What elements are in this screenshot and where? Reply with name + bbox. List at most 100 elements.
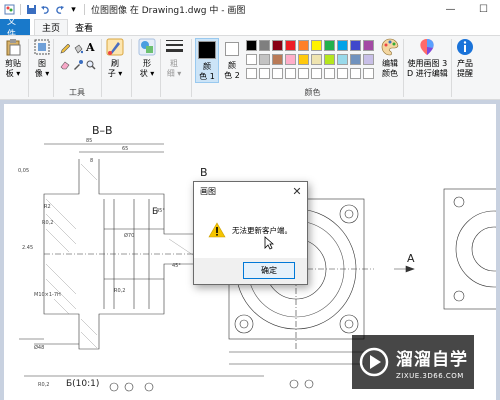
color-swatch[interactable]	[337, 68, 348, 79]
magnifier-icon[interactable]	[86, 60, 96, 70]
size-button[interactable]: 粗 细 ▾	[165, 38, 183, 79]
color-swatch[interactable]	[324, 40, 335, 51]
color-swatch[interactable]	[311, 40, 322, 51]
dialog-close-button[interactable]: ✕	[287, 182, 307, 200]
brushes-label-2: 子 ▾	[107, 69, 123, 78]
brushes-button[interactable]: 刷 子 ▾	[106, 38, 124, 79]
color2-label-2: 色 2	[224, 71, 240, 80]
brush-icon	[106, 38, 124, 56]
color1-button[interactable]: 颜 色 1	[195, 38, 219, 83]
color-swatch[interactable]	[298, 54, 309, 65]
paint3d-label-1: 使用画图 3	[407, 59, 448, 68]
color-swatch[interactable]	[259, 40, 270, 51]
color2-button[interactable]: 颜 色 2	[222, 38, 242, 81]
color2-label-1: 颜	[228, 61, 236, 70]
dim-label: 45°	[156, 208, 165, 214]
color2-swatch	[225, 42, 239, 56]
watermark: 溜溜自学 ZIXUE.3D66.COM	[352, 335, 474, 389]
paint3d-button[interactable]: 使用画图 3 D 进行编辑	[407, 38, 448, 79]
color-swatch[interactable]	[350, 68, 361, 79]
color-swatch[interactable]	[324, 68, 335, 79]
dim-label: R0,2	[42, 220, 53, 226]
section-label: B–B	[92, 124, 113, 137]
color-swatch[interactable]	[285, 68, 296, 79]
color-swatch[interactable]	[311, 68, 322, 79]
dialog-title-bar: 画图 ✕	[194, 182, 307, 200]
color-swatch[interactable]	[337, 40, 348, 51]
maximize-button[interactable]: ☐	[467, 0, 500, 19]
color-swatch[interactable]	[324, 54, 335, 65]
right-view	[443, 188, 496, 310]
ok-button[interactable]: 确定	[243, 262, 295, 279]
separator	[403, 39, 404, 97]
color-swatch[interactable]	[285, 40, 296, 51]
undo-icon[interactable]	[40, 4, 51, 15]
bottom-label: Б(10:1)	[66, 379, 99, 389]
customize-qat-chevron-icon[interactable]: ▾	[68, 4, 79, 15]
watermark-url: ZIXUE.3D66.COM	[396, 371, 464, 380]
image-label-1: 图	[38, 59, 46, 68]
clipboard-button[interactable]: 剪贴 板 ▾	[4, 38, 22, 79]
redo-icon[interactable]	[54, 4, 65, 15]
ribbon-tabs: 文件 主页 查看	[0, 17, 500, 40]
color-swatch[interactable]	[246, 54, 257, 65]
color-swatch[interactable]	[246, 40, 257, 51]
fill-bucket-icon[interactable]	[73, 44, 83, 54]
color-swatch[interactable]	[350, 40, 361, 51]
pencil-icon[interactable]	[60, 44, 70, 54]
tab-view[interactable]: 查看	[68, 19, 100, 35]
dim-label: Ø48	[34, 344, 44, 351]
watermark-play-logo-icon	[359, 347, 389, 377]
color-swatch[interactable]	[363, 54, 374, 65]
color-swatch[interactable]	[337, 54, 348, 65]
color-swatch[interactable]	[363, 40, 374, 51]
separator	[84, 4, 85, 15]
error-dialog: 画图 ✕ 无法更新客户端。 确定	[193, 181, 308, 285]
image-select-icon	[34, 39, 50, 55]
color-swatch[interactable]	[350, 54, 361, 65]
dim-label: R2	[44, 204, 51, 210]
color-swatch[interactable]	[285, 54, 296, 65]
color-swatch[interactable]	[246, 68, 257, 79]
minimize-button[interactable]: —	[434, 0, 467, 19]
text-tool-icon[interactable]: A	[86, 41, 96, 54]
shapes-label-2: 状 ▾	[139, 69, 155, 78]
save-icon[interactable]	[26, 4, 37, 15]
view-label-b: B	[200, 166, 208, 179]
watermark-text: 溜溜自学 ZIXUE.3D66.COM	[396, 345, 468, 380]
product-alert-button[interactable]: 产品 提醒	[456, 38, 474, 79]
color-swatch[interactable]	[259, 54, 270, 65]
shapes-label-1: 形	[143, 59, 151, 68]
view-label-a: A	[407, 252, 415, 265]
color-swatch[interactable]	[272, 54, 283, 65]
product-alert-label-2: 提醒	[457, 69, 473, 78]
brushes-label-1: 刷	[111, 59, 119, 68]
clipboard-icon	[6, 39, 21, 56]
window-controls: — ☐	[434, 0, 500, 19]
color-picker-icon[interactable]	[73, 60, 83, 70]
section-view	[19, 143, 205, 350]
color-swatch[interactable]	[298, 40, 309, 51]
color-swatch[interactable]	[311, 54, 322, 65]
title-bar: ▾ 位图图像 在 Drawing1.dwg 中 - 画图 — ☐	[0, 0, 500, 19]
separator	[451, 39, 452, 97]
color-swatch[interactable]	[298, 68, 309, 79]
eraser-icon[interactable]	[60, 60, 70, 70]
color-swatch[interactable]	[259, 68, 270, 79]
dialog-message: 无法更新客户端。	[232, 225, 292, 235]
color-swatch[interactable]	[272, 68, 283, 79]
color-swatch[interactable]	[272, 40, 283, 51]
paint3d-label-2: D 进行编辑	[407, 69, 448, 78]
separator	[191, 39, 192, 97]
shapes-button[interactable]: 形 状 ▾	[138, 38, 156, 79]
image-button[interactable]: 图 像 ▾	[33, 38, 51, 79]
color-swatch[interactable]	[363, 68, 374, 79]
edit-colors-button[interactable]: 编辑 颜色	[381, 38, 399, 79]
dim-label: 65	[122, 146, 128, 152]
warning-icon	[208, 222, 226, 238]
window-title: 位图图像 在 Drawing1.dwg 中 - 画图	[91, 6, 246, 16]
tab-file[interactable]: 文件	[0, 17, 30, 40]
separator	[101, 39, 102, 97]
tab-home[interactable]: 主页	[34, 19, 69, 35]
clipboard-label-1: 剪贴	[5, 59, 21, 68]
